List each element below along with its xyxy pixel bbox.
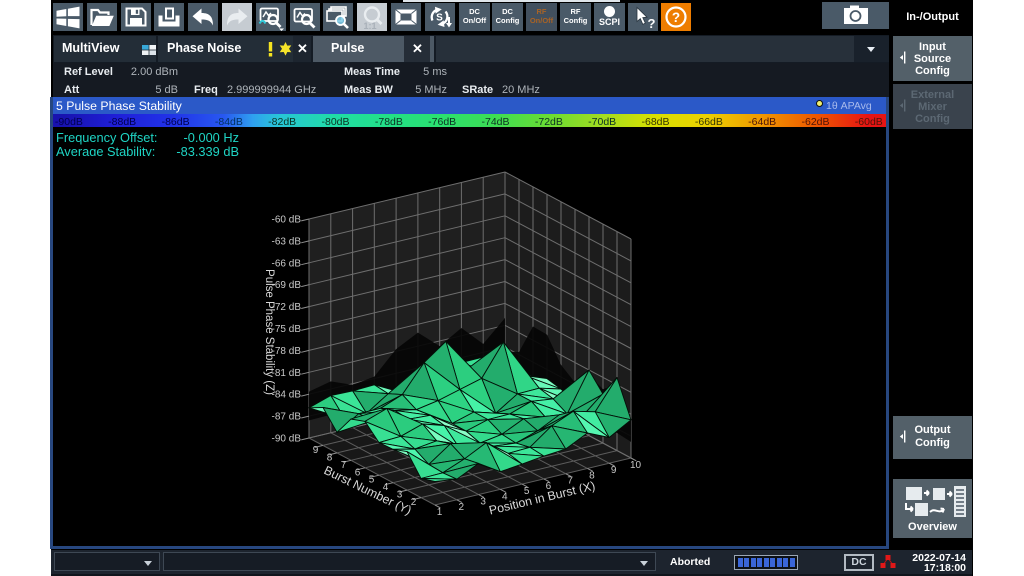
- svg-text:-60 dB: -60 dB: [272, 215, 302, 226]
- svg-text:9: 9: [611, 465, 617, 476]
- svg-text:-72 dB: -72 dB: [272, 302, 302, 313]
- svg-text:?: ?: [672, 10, 680, 25]
- svg-text:-84 dB: -84 dB: [272, 390, 302, 401]
- svg-text:8: 8: [327, 452, 333, 463]
- svg-text:?: ?: [648, 16, 656, 31]
- svg-text:1: 1: [437, 507, 443, 518]
- svg-text:-78 dB: -78 dB: [272, 346, 302, 357]
- svg-text:2: 2: [459, 502, 465, 513]
- svg-text:1:1: 1:1: [363, 21, 376, 31]
- svg-text:S: S: [436, 13, 443, 24]
- svg-text:10: 10: [630, 460, 642, 471]
- svg-text:-87 dB: -87 dB: [272, 412, 302, 423]
- svg-text:-69 dB: -69 dB: [272, 280, 302, 291]
- svg-text:3: 3: [480, 497, 486, 508]
- svg-text:-66 dB: -66 dB: [272, 258, 302, 269]
- svg-text:-81 dB: -81 dB: [272, 368, 302, 379]
- svg-text:-90 dB: -90 dB: [272, 434, 302, 445]
- svg-text:9: 9: [313, 445, 319, 456]
- svg-text:Pulse Phase Stability (Z): Pulse Phase Stability (Z): [263, 269, 275, 395]
- svg-text:-75 dB: -75 dB: [272, 324, 302, 335]
- svg-text:-63 dB: -63 dB: [272, 236, 302, 247]
